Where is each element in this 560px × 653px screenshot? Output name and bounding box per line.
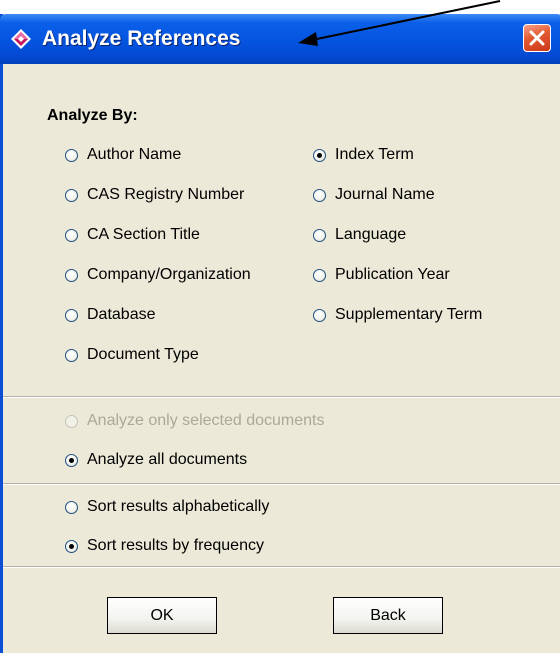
radio-analyze-all-documents[interactable]: Analyze all documents xyxy=(65,449,247,471)
radio-label: CA Section Title xyxy=(87,226,200,243)
radio-publication-year[interactable]: Publication Year xyxy=(313,264,450,286)
separator xyxy=(3,483,560,485)
radio-button[interactable] xyxy=(313,228,326,242)
radio-supplementary-term[interactable]: Supplementary Term xyxy=(313,304,482,326)
separator xyxy=(3,396,560,398)
radio-label: Index Term xyxy=(335,146,414,163)
close-button[interactable] xyxy=(523,24,551,52)
radio-index-term[interactable]: Index Term xyxy=(313,144,414,166)
radio-button[interactable] xyxy=(313,268,326,282)
radio-sort-alphabetically[interactable]: Sort results alphabetically xyxy=(65,496,269,518)
title-bar[interactable]: Analyze References xyxy=(0,14,560,64)
radio-label: Analyze all documents xyxy=(87,451,248,468)
radio-button[interactable] xyxy=(65,188,78,202)
radio-label: Language xyxy=(335,226,407,243)
radio-analyze-selected-documents[interactable]: Analyze only selected documents xyxy=(65,410,324,432)
radio-label: Sort results by frequency xyxy=(87,537,264,554)
radio-ca-section-title[interactable]: CA Section Title xyxy=(65,224,200,246)
analyze-references-dialog: Analyze References Analyze By: Author Na… xyxy=(0,14,560,653)
radio-button[interactable] xyxy=(65,268,78,282)
radio-document-type[interactable]: Document Type xyxy=(65,344,199,366)
radio-label: Supplementary Term xyxy=(335,306,483,323)
radio-button[interactable] xyxy=(65,414,78,428)
radio-label: Document Type xyxy=(87,346,199,363)
radio-button[interactable] xyxy=(65,500,78,514)
radio-label: Publication Year xyxy=(335,266,450,283)
radio-button[interactable] xyxy=(313,148,326,162)
dialog-title: Analyze References xyxy=(42,27,241,50)
radio-company-organization[interactable]: Company/Organization xyxy=(65,264,251,286)
radio-label: Database xyxy=(87,306,156,323)
radio-cas-registry-number[interactable]: CAS Registry Number xyxy=(65,184,244,206)
radio-button[interactable] xyxy=(65,453,78,467)
radio-button[interactable] xyxy=(65,308,78,322)
radio-label: Analyze only selected documents xyxy=(87,412,325,429)
radio-label: CAS Registry Number xyxy=(87,186,245,203)
close-icon xyxy=(529,30,545,46)
radio-sort-by-frequency[interactable]: Sort results by frequency xyxy=(65,535,264,557)
radio-language[interactable]: Language xyxy=(313,224,406,246)
radio-button[interactable] xyxy=(65,228,78,242)
radio-journal-name[interactable]: Journal Name xyxy=(313,184,435,206)
radio-button[interactable] xyxy=(65,539,78,553)
back-button[interactable]: Back xyxy=(333,597,443,634)
radio-database[interactable]: Database xyxy=(65,304,156,326)
radio-button[interactable] xyxy=(313,188,326,202)
radio-button[interactable] xyxy=(65,148,78,162)
radio-label: Author Name xyxy=(87,146,182,163)
app-diamond-icon xyxy=(11,29,31,49)
analyze-by-label: Analyze By: xyxy=(47,107,138,124)
radio-button[interactable] xyxy=(65,348,78,362)
radio-label: Journal Name xyxy=(335,186,435,203)
radio-label: Company/Organization xyxy=(87,266,251,283)
radio-button[interactable] xyxy=(313,308,326,322)
radio-label: Sort results alphabetically xyxy=(87,498,270,515)
radio-author-name[interactable]: Author Name xyxy=(65,144,181,166)
separator xyxy=(3,566,560,568)
ok-button[interactable]: OK xyxy=(107,597,217,634)
